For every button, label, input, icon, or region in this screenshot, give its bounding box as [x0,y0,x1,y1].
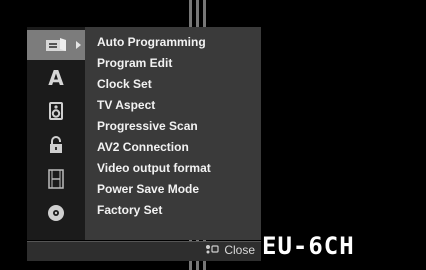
menu-item-av2-connection[interactable]: AV2 Connection [97,137,257,158]
close-label: Close [224,243,255,257]
menu-tab-general[interactable] [27,30,85,60]
channel-display: EU-6CH [262,232,355,260]
menu-item-tv-aspect[interactable]: TV Aspect [97,95,257,116]
menu-item-auto-programming[interactable]: Auto Programming [97,32,257,53]
menu-item-clock-set[interactable]: Clock Set [97,74,257,95]
remote-button-icon [205,244,219,257]
menu-item-video-output-format[interactable]: Video output format [97,158,257,179]
speaker-icon [49,102,63,120]
film-icon [48,169,64,189]
menu-tab-recording[interactable] [27,164,85,194]
menu-item-power-save-mode[interactable]: Power Save Mode [97,179,257,200]
lock-icon [49,136,63,154]
menu-item-factory-set[interactable]: Factory Set [97,200,257,221]
menu-item-list: Auto Programming Program Edit Clock Set … [97,32,257,221]
language-icon: A [48,66,64,90]
disc-player-icon [45,37,67,53]
menu-icon-column: A [27,27,85,240]
menu-item-progressive-scan[interactable]: Progressive Scan [97,116,257,137]
menu-tab-disc[interactable] [27,198,85,228]
dvd-disc-icon [47,204,65,222]
menu-tab-lock[interactable] [27,130,85,160]
menu-footer: Close [27,241,261,261]
menu-item-program-edit[interactable]: Program Edit [97,53,257,74]
menu-tab-language[interactable]: A [27,63,85,93]
setup-menu: A Auto Programming Program Edit Clock Se… [27,27,261,261]
close-button[interactable]: Close [205,243,255,257]
submenu-arrow-icon [76,41,81,49]
menu-tab-audio[interactable] [27,96,85,126]
tv-screen: A Auto Programming Program Edit Clock Se… [0,0,426,270]
